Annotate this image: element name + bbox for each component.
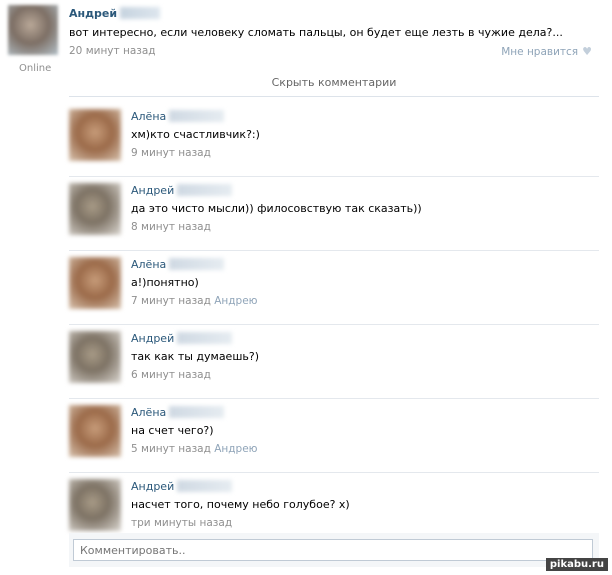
blurred-surname [177, 184, 233, 196]
comment-time[interactable]: 6 минут назад [131, 369, 211, 381]
post-text: вот интересно, если человеку сломать пал… [69, 26, 563, 39]
comment-timestamp[interactable]: 9 минут назад [131, 147, 211, 159]
blurred-surname [177, 480, 233, 492]
post-author-avatar[interactable] [8, 5, 58, 55]
comment-item: Андрей так как ты думаешь?) 6 минут наза… [69, 325, 599, 399]
comment-text: насчет того, почему небо голубое? x) [131, 498, 350, 511]
comment-avatar[interactable] [69, 405, 121, 457]
comment-timestamp[interactable]: три минуты назад [131, 517, 232, 529]
blurred-surname [169, 110, 225, 122]
post-timestamp[interactable]: 20 минут назад [69, 45, 156, 57]
post-author-name[interactable]: Андрей [69, 7, 161, 20]
comment-timestamp[interactable]: 7 минут назад Андрею [131, 295, 258, 307]
comment-author[interactable]: Алёна [131, 110, 225, 123]
comment-avatar[interactable] [69, 183, 121, 235]
comment-text: так как ты думаешь?) [131, 350, 260, 363]
comment-item: Алёна а!)понятно) 7 минут назад Андрею [69, 251, 599, 325]
reply-to-link[interactable]: Андрею [214, 443, 257, 455]
comment-time[interactable]: 7 минут назад [131, 295, 211, 307]
online-status: Online [19, 63, 52, 74]
comment-author[interactable]: Алёна [131, 258, 225, 271]
comment-item: Андрей да это чисто мысли)) филосовствую… [69, 177, 599, 251]
comment-author-name[interactable]: Алёна [131, 406, 166, 419]
blurred-surname [177, 332, 233, 344]
comment-author[interactable]: Андрей [131, 332, 233, 345]
comment-avatar[interactable] [69, 331, 121, 383]
reply-to-link[interactable]: Андрею [214, 295, 257, 307]
heart-icon[interactable]: ♥ [582, 45, 592, 58]
comment-input[interactable] [73, 539, 593, 561]
comment-author[interactable]: Алёна [131, 406, 225, 419]
comment-item: Алёна хм)кто счастливчик?:) 9 минут наза… [69, 103, 599, 177]
comment-author[interactable]: Андрей [131, 184, 233, 197]
comment-author-name[interactable]: Андрей [131, 332, 174, 345]
comment-author-name[interactable]: Алёна [131, 110, 166, 123]
hide-comments-link[interactable]: Скрыть комментарии [69, 70, 599, 97]
comment-author-name[interactable]: Андрей [131, 480, 174, 493]
blurred-surname [169, 258, 225, 270]
comment-author-name[interactable]: Алёна [131, 258, 166, 271]
comment-list: Алёна хм)кто счастливчик?:) 9 минут наза… [69, 103, 599, 546]
comment-text: а!)понятно) [131, 276, 199, 289]
comment-avatar[interactable] [69, 109, 121, 161]
blurred-surname [120, 7, 161, 19]
like-button[interactable]: Мне нравится ♥ [501, 45, 592, 58]
comment-item: Алёна на счет чего?) 5 минут назад Андре… [69, 399, 599, 473]
comment-avatar[interactable] [69, 257, 121, 309]
comment-timestamp[interactable]: 5 минут назад Андрею [131, 443, 258, 455]
comment-time[interactable]: 5 минут назад [131, 443, 211, 455]
comment-time[interactable]: 9 минут назад [131, 147, 211, 159]
comment-text: на счет чего?) [131, 424, 214, 437]
comment-time[interactable]: 8 минут назад [131, 221, 211, 233]
blurred-surname [169, 406, 225, 418]
comment-author-name[interactable]: Андрей [131, 184, 174, 197]
comment-timestamp[interactable]: 8 минут назад [131, 221, 211, 233]
comment-timestamp[interactable]: 6 минут назад [131, 369, 211, 381]
comment-text: да это чисто мысли)) филосовствую так ск… [131, 202, 422, 215]
comment-text: хм)кто счастливчик?:) [131, 128, 260, 141]
like-label[interactable]: Мне нравится [501, 46, 578, 58]
comment-avatar[interactable] [69, 479, 121, 531]
comment-time[interactable]: три минуты назад [131, 517, 232, 529]
post-author-first-name[interactable]: Андрей [69, 7, 117, 20]
pikabu-watermark: pikabu.ru [545, 558, 608, 571]
comment-author[interactable]: Андрей [131, 480, 233, 493]
